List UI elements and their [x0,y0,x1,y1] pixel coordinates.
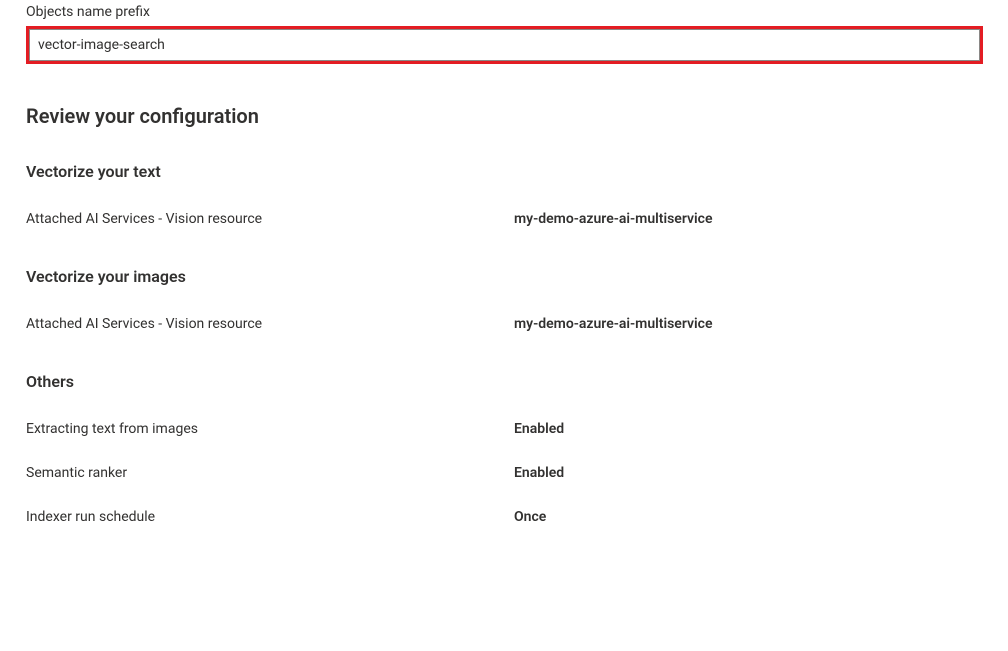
objects-name-prefix-input[interactable] [29,29,980,61]
others-row-extract-text: Extracting text from images Enabled [26,421,982,437]
vectorize-images-row: Attached AI Services - Vision resource m… [26,316,982,332]
others-row-semantic-ranker-label: Semantic ranker [26,465,514,481]
vectorize-images-row-label: Attached AI Services - Vision resource [26,316,514,332]
review-heading: Review your configuration [26,104,982,128]
vectorize-images-heading: Vectorize your images [26,267,982,286]
vectorize-text-row: Attached AI Services - Vision resource m… [26,211,982,227]
others-heading: Others [26,372,982,391]
vectorize-images-row-value: my-demo-azure-ai-multiservice [514,316,713,332]
others-row-semantic-ranker: Semantic ranker Enabled [26,465,982,481]
vectorize-text-row-value: my-demo-azure-ai-multiservice [514,211,713,227]
objects-name-prefix-label: Objects name prefix [26,4,982,20]
others-row-indexer-schedule: Indexer run schedule Once [26,509,982,525]
others-row-semantic-ranker-value: Enabled [514,465,564,481]
others-row-indexer-schedule-label: Indexer run schedule [26,509,514,525]
others-row-indexer-schedule-value: Once [514,509,546,525]
vectorize-text-row-label: Attached AI Services - Vision resource [26,211,514,227]
others-row-extract-text-value: Enabled [514,421,564,437]
config-review-page: Objects name prefix Review your configur… [0,0,1008,579]
objects-name-prefix-highlight [26,26,983,64]
others-row-extract-text-label: Extracting text from images [26,421,514,437]
vectorize-text-heading: Vectorize your text [26,162,982,181]
